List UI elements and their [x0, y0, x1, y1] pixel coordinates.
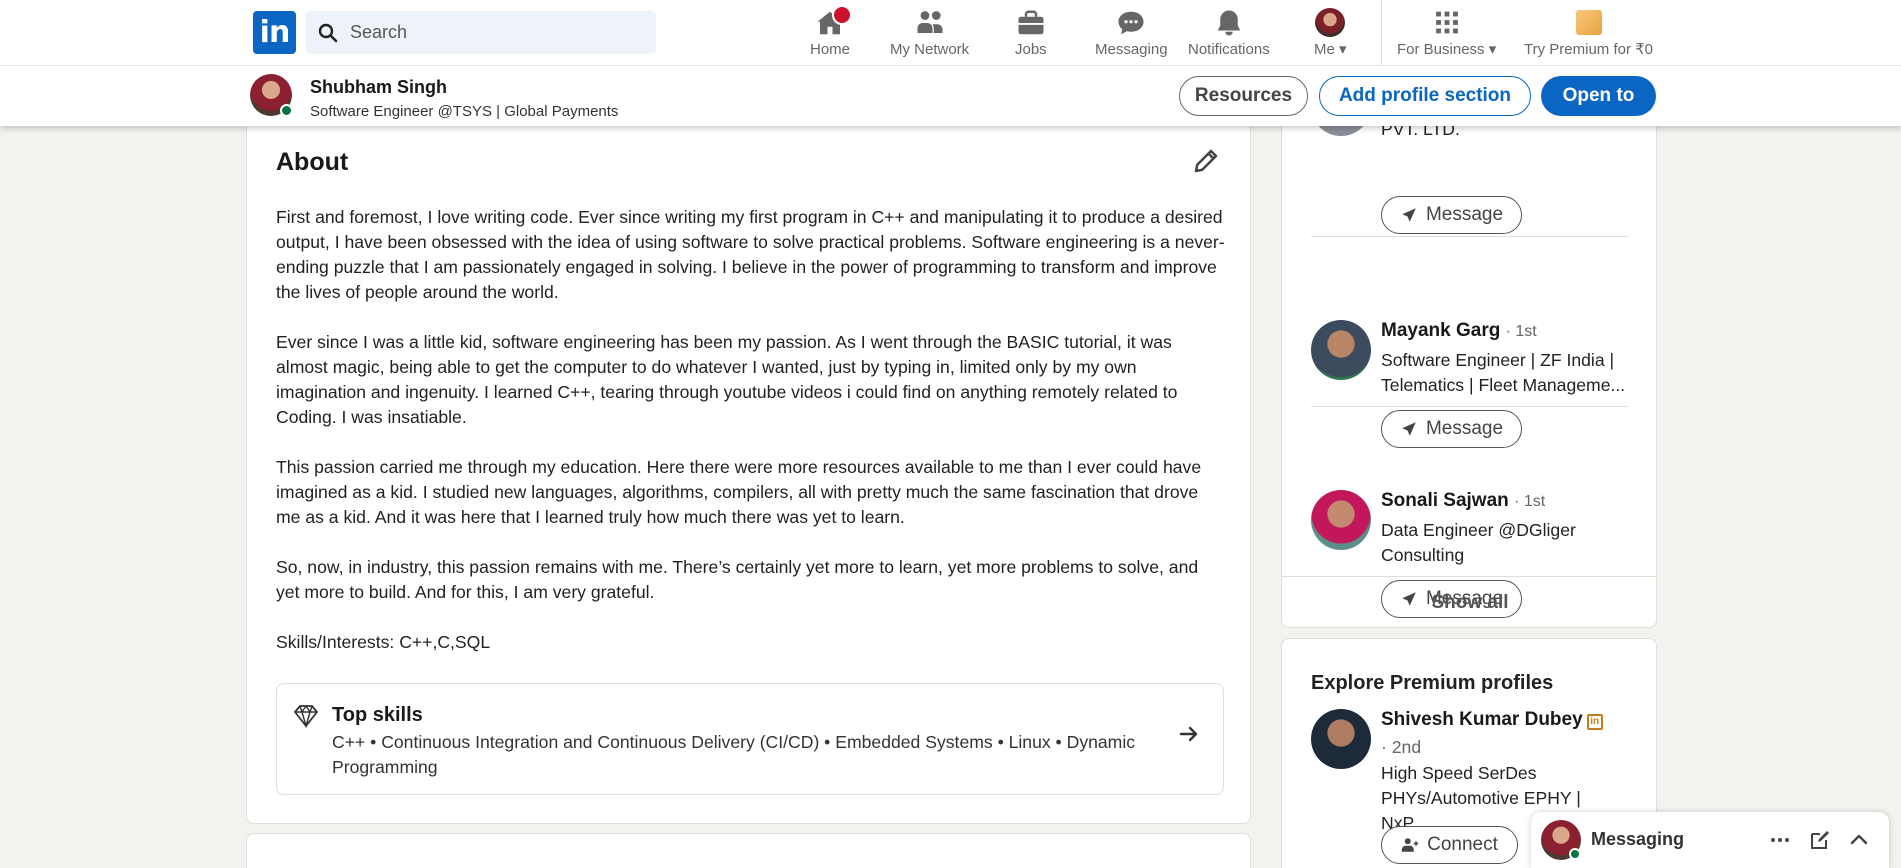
connection-degree: · 1st — [1514, 493, 1546, 510]
nav-home[interactable]: Home — [810, 5, 852, 58]
diamond-icon — [294, 705, 318, 728]
person-headline: Data Engineer @DGliger Consulting — [1381, 520, 1576, 565]
arrow-right-icon[interactable] — [1177, 722, 1201, 746]
nav-for-business-label: For Business — [1397, 41, 1485, 58]
open-to-button[interactable]: Open to — [1541, 76, 1656, 116]
nav-me[interactable]: Me ▾ — [1314, 8, 1347, 58]
search-icon — [306, 23, 350, 43]
nav-my-network[interactable]: My Network — [890, 8, 969, 58]
person-name-line[interactable]: Shivesh Kumar Dubey in — [1381, 709, 1603, 731]
nav-try-premium-label: Try Premium for ₹0 — [1524, 41, 1654, 58]
divider — [1311, 406, 1629, 407]
chat-icon — [1118, 11, 1144, 35]
caret-down-icon: ▾ — [1339, 41, 1347, 58]
grid-icon — [1435, 11, 1458, 34]
message-label: Message — [1425, 418, 1504, 439]
person-name: Mayank Garg — [1381, 320, 1501, 341]
show-all-button[interactable]: Show all — [1282, 576, 1656, 627]
top-skills-list: C++ • Continuous Integration and Continu… — [332, 732, 1136, 777]
nav-jobs-label: Jobs — [1015, 41, 1047, 58]
resources-button[interactable]: Resources — [1179, 76, 1308, 116]
send-icon — [1402, 422, 1416, 436]
connect-label: Connect — [1427, 834, 1498, 855]
notification-badge — [832, 5, 852, 25]
next-section-card — [246, 833, 1251, 868]
about-paragraph: This passion carried me through my educa… — [276, 457, 1202, 527]
premium-title: Explore Premium profiles — [1311, 672, 1554, 694]
person-name: Sonali Sajwan — [1381, 490, 1509, 511]
more-options-icon[interactable] — [1768, 828, 1792, 852]
premium-icon — [1575, 10, 1602, 35]
nav-messaging[interactable]: Messaging — [1095, 8, 1168, 58]
connection-degree: · 1st — [1505, 323, 1537, 340]
nav-notifications[interactable]: Notifications — [1188, 8, 1270, 58]
briefcase-icon — [1018, 10, 1044, 35]
message-button[interactable]: Message — [1381, 196, 1522, 234]
nav-messaging-label: Messaging — [1095, 41, 1168, 58]
divider — [1311, 236, 1629, 237]
chevron-up-icon[interactable] — [1847, 828, 1871, 852]
nav-home-label: Home — [810, 41, 851, 58]
connection-degree: · 2nd — [1381, 737, 1422, 757]
nav-my-network-label: My Network — [890, 41, 970, 58]
top-navigation: in Home My Network Jobs Messaging Notifi… — [0, 0, 1901, 66]
about-card: About First and foremost, I love writing… — [246, 100, 1251, 824]
nav-me-label: Me — [1314, 41, 1335, 58]
add-person-icon — [1401, 838, 1419, 852]
about-paragraph: Ever since I was a little kid, software … — [276, 332, 1178, 427]
about-title: About — [276, 148, 349, 176]
person-avatar[interactable] — [1311, 709, 1371, 769]
about-paragraph: First and foremost, I love writing code.… — [276, 207, 1225, 302]
profile-headline: Software Engineer @TSYS | Global Payment… — [310, 103, 619, 120]
person-name: Shivesh Kumar Dubey — [1381, 709, 1583, 730]
about-text: First and foremost, I love writing code.… — [276, 205, 1226, 680]
messaging-title: Messaging — [1591, 829, 1685, 849]
add-profile-section-button[interactable]: Add profile section — [1319, 76, 1531, 116]
about-paragraph: Skills/Interests: C++,C,SQL — [276, 632, 491, 652]
top-skills-title: Top skills — [332, 704, 423, 726]
nav-divider — [1381, 0, 1382, 66]
online-status-dot — [280, 104, 293, 117]
search-input[interactable] — [350, 22, 640, 43]
nav-business-wrap: For Business ▾ — [1397, 40, 1496, 58]
top-skills-panel[interactable]: Top skills C++ • Continuous Integration … — [276, 683, 1224, 795]
me-avatar — [1315, 8, 1346, 37]
message-label: Message — [1425, 204, 1504, 225]
network-icon — [917, 11, 943, 33]
connect-button[interactable]: Connect — [1381, 826, 1518, 864]
message-button[interactable]: Message — [1381, 410, 1522, 448]
nav-for-business[interactable]: For Business ▾ — [1397, 8, 1496, 58]
compose-icon[interactable] — [1808, 828, 1832, 852]
caret-down-icon: ▾ — [1488, 41, 1497, 58]
linkedin-logo[interactable]: in — [253, 11, 296, 54]
logo-text: in — [259, 15, 291, 50]
linkedin-premium-icon: in — [1586, 714, 1603, 730]
bell-icon — [1217, 10, 1241, 36]
about-paragraph: So, now, in industry, this passion remai… — [276, 557, 1199, 602]
nav-notifications-label: Notifications — [1188, 41, 1270, 58]
person-name-line[interactable]: Mayank Garg · 1st — [1381, 320, 1537, 342]
search-box[interactable] — [306, 11, 656, 54]
pencil-icon[interactable] — [1191, 146, 1221, 176]
person-avatar[interactable] — [1311, 490, 1371, 550]
sticky-profile-bar: Shubham Singh Software Engineer @TSYS | … — [0, 66, 1901, 126]
nav-me-wrap: Me ▾ — [1314, 40, 1347, 58]
person-name-line[interactable]: Sonali Sajwan · 1st — [1381, 490, 1545, 512]
online-status-dot — [1569, 848, 1581, 860]
people-also-viewed-card: SDE - II at Jungoo Technology PVT. LTD. … — [1281, 66, 1657, 628]
nav-jobs[interactable]: Jobs — [1015, 8, 1047, 58]
messaging-overlay[interactable]: Messaging — [1531, 812, 1889, 868]
nav-try-premium[interactable]: Try Premium for ₹0 — [1524, 8, 1653, 58]
send-icon — [1402, 208, 1416, 222]
profile-name: Shubham Singh — [310, 77, 447, 97]
person-avatar[interactable] — [1311, 320, 1371, 380]
person-headline: Software Engineer | ZF India | Telematic… — [1381, 350, 1626, 395]
